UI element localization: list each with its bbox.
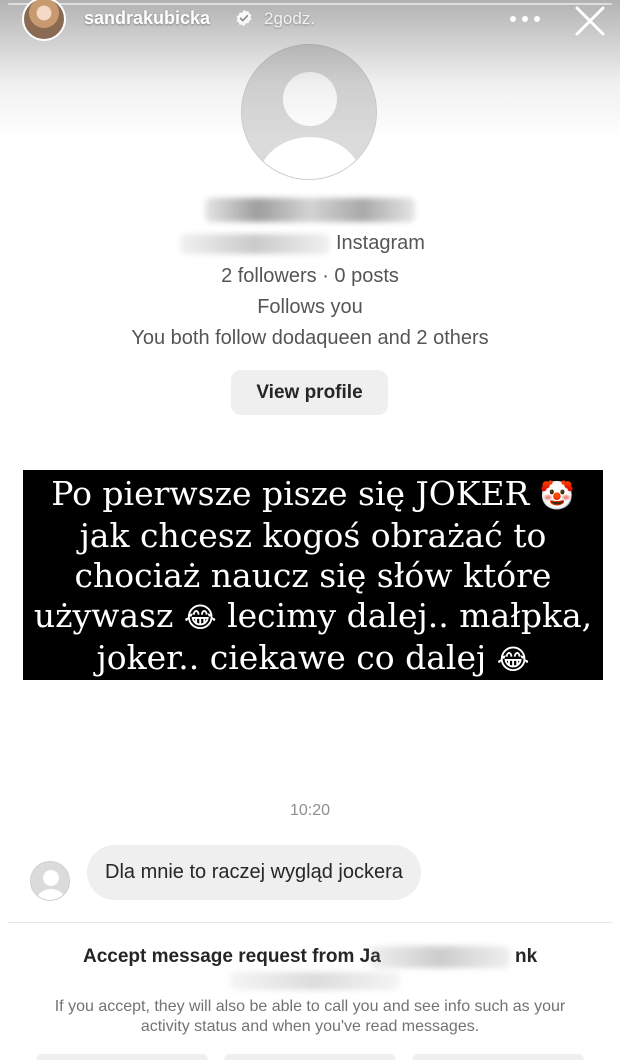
followers-count: 2 followers · 0 posts (221, 265, 399, 287)
sender-avatar[interactable] (30, 861, 70, 901)
story-caption: Po pierwsze pisze się JOKER 🤡 jak chcesz… (23, 470, 603, 680)
caption-text-1: Po pierwsze pisze się JOKER (51, 474, 530, 513)
clown-emoji-icon: 🤡 (539, 479, 575, 512)
view-profile-button[interactable]: View profile (231, 370, 388, 415)
verified-badge-icon (236, 9, 252, 27)
message-timestamp: 10:20 (289, 802, 331, 819)
blurred-request-name (370, 946, 510, 968)
close-icon[interactable] (573, 4, 607, 38)
default-user-icon (36, 870, 66, 900)
mutual-followers: You both follow dodaqueen and 2 others (131, 327, 489, 349)
block-button[interactable] (36, 1054, 208, 1060)
follows-you-label: Follows you (257, 296, 363, 318)
story-avatar[interactable] (22, 0, 66, 41)
message-bubble[interactable]: Dla mnie to raczej wygląd jockera (87, 845, 421, 900)
divider (8, 922, 612, 923)
request-action-buttons (0, 1054, 620, 1060)
platform-label: Instagram (336, 232, 425, 254)
laughing-emoji-icon: 😂 (183, 601, 217, 634)
story-username[interactable]: sandrakubicka (84, 8, 210, 29)
story-time: 2godz. (264, 9, 316, 28)
request-title: Accept message request from Ja (83, 946, 381, 967)
request-info-text: If you accept, they will also be able to… (54, 998, 566, 1035)
laughing-emoji-icon: 😂 (496, 643, 530, 676)
request-title-suffix: nk (515, 946, 538, 967)
delete-button[interactable] (224, 1054, 396, 1060)
blurred-profile-handle (180, 234, 330, 254)
blurred-profile-name (205, 198, 415, 222)
more-dots-icon[interactable] (508, 12, 542, 26)
accept-button[interactable] (412, 1054, 584, 1060)
story-header: sandrakubicka 2godz. (0, 0, 620, 48)
blurred-request-handle (230, 972, 400, 990)
